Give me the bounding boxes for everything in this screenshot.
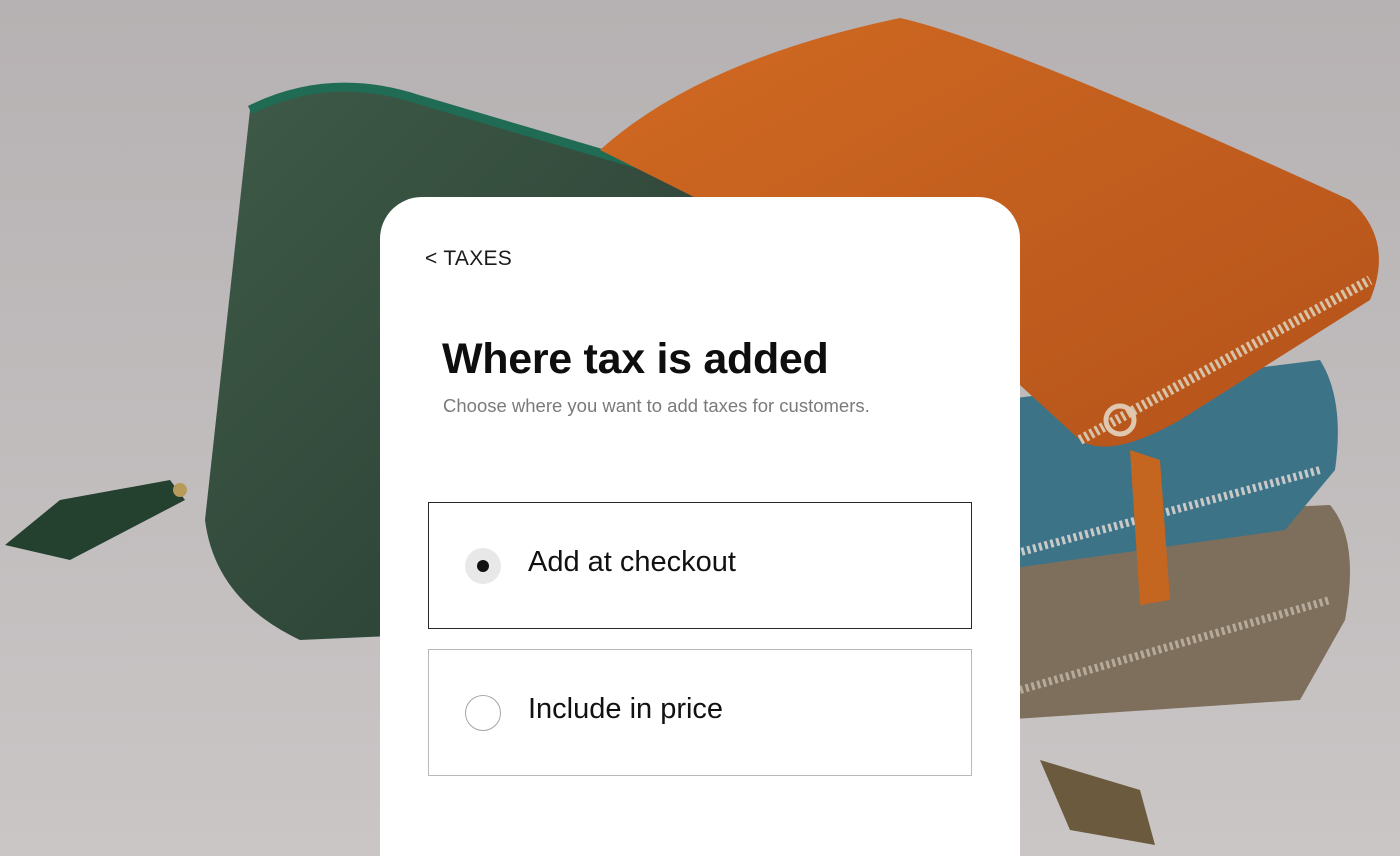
option-label: Include in price bbox=[528, 693, 724, 725]
back-to-taxes-link[interactable]: < TAXES bbox=[425, 247, 512, 271]
tax-settings-card: < TAXES Where tax is added Choose where … bbox=[380, 197, 1020, 856]
radio-selected-icon[interactable] bbox=[465, 548, 501, 584]
app-screen: < TAXES Where tax is added Choose where … bbox=[0, 0, 1400, 856]
option-include-in-price[interactable]: Include in price bbox=[428, 649, 972, 776]
page-title: Where tax is added bbox=[442, 335, 829, 383]
radio-unselected-icon[interactable] bbox=[465, 695, 501, 731]
page-subtitle: Choose where you want to add taxes for c… bbox=[443, 395, 870, 416]
option-label: Add at checkout bbox=[528, 546, 736, 578]
option-add-at-checkout[interactable]: Add at checkout bbox=[428, 502, 972, 629]
